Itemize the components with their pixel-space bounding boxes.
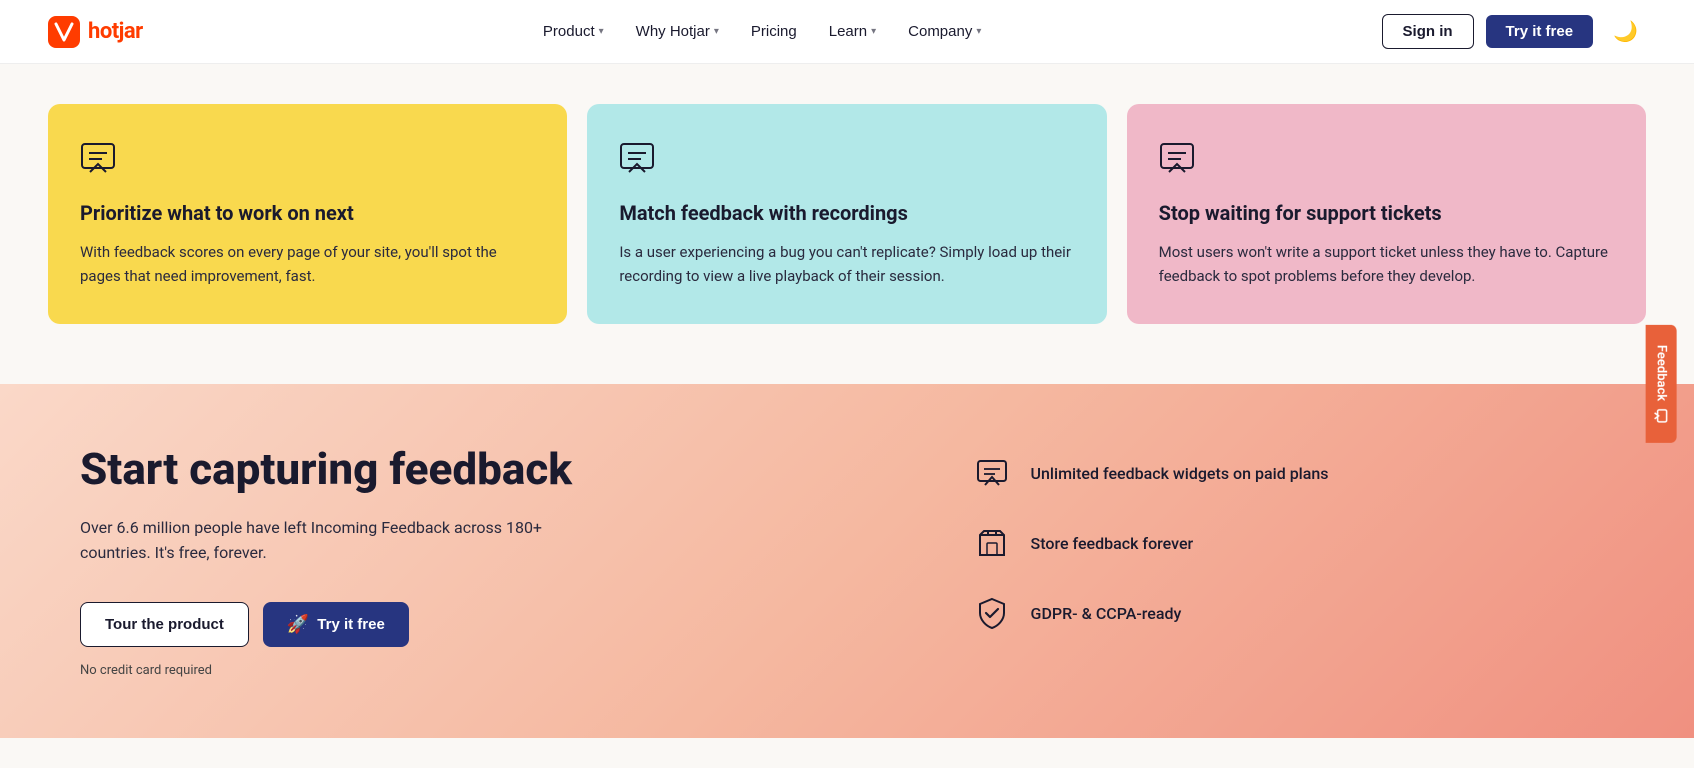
- chevron-down-icon: ▾: [871, 26, 876, 37]
- cta-left: Start capturing feedback Over 6.6 millio…: [80, 444, 891, 678]
- chevron-down-icon: ▾: [976, 26, 981, 37]
- nav-actions: Sign in Try it free 🌙: [1382, 14, 1646, 49]
- feature-item-1: Unlimited feedback widgets on paid plans: [971, 452, 1646, 494]
- nav-learn[interactable]: Learn ▾: [817, 15, 888, 48]
- no-credit-card-label: No credit card required: [80, 663, 891, 678]
- navbar: hotjar Product ▾ Why Hotjar ▾ Pricing Le…: [0, 0, 1694, 64]
- card-title-1: Prioritize what to work on next: [80, 200, 535, 226]
- chevron-down-icon: ▾: [599, 26, 604, 37]
- cta-subtitle: Over 6.6 million people have left Incomi…: [80, 515, 560, 566]
- widget-icon: [971, 452, 1013, 494]
- card-match-feedback: Match feedback with recordings Is a user…: [587, 104, 1106, 324]
- feature-list: Unlimited feedback widgets on paid plans…: [971, 452, 1646, 634]
- store-icon: [971, 522, 1013, 564]
- nav-why-hotjar[interactable]: Why Hotjar ▾: [624, 15, 731, 48]
- try-free-cta-button[interactable]: 🚀 Try it free: [263, 602, 409, 647]
- nav-pricing[interactable]: Pricing: [739, 15, 809, 48]
- card-prioritize: Prioritize what to work on next With fee…: [48, 104, 567, 324]
- card-body-3: Most users won't write a support ticket …: [1159, 240, 1614, 288]
- feedback-tab[interactable]: Feedback: [1645, 325, 1676, 443]
- cta-buttons: Tour the product 🚀 Try it free: [80, 602, 891, 647]
- cta-right: Unlimited feedback widgets on paid plans…: [971, 444, 1646, 634]
- nav-product[interactable]: Product ▾: [531, 15, 616, 48]
- feature-item-2: Store feedback forever: [971, 522, 1646, 564]
- feedback-icon-2: [619, 140, 659, 180]
- card-stop-waiting: Stop waiting for support tickets Most us…: [1127, 104, 1646, 324]
- feedback-icon-3: [1159, 140, 1199, 180]
- feature-label-3: GDPR- & CCPA-ready: [1031, 604, 1182, 623]
- logo-text: hotjar: [88, 19, 143, 44]
- try-it-free-button[interactable]: Try it free: [1486, 15, 1594, 48]
- cta-section: Start capturing feedback Over 6.6 millio…: [0, 384, 1694, 738]
- feedback-tab-label: Feedback: [1653, 345, 1668, 401]
- cards-section: Prioritize what to work on next With fee…: [0, 64, 1694, 384]
- cta-title: Start capturing feedback: [80, 444, 891, 495]
- nav-company[interactable]: Company ▾: [896, 15, 993, 48]
- feedback-icon: [80, 140, 120, 180]
- card-body-1: With feedback scores on every page of yo…: [80, 240, 535, 288]
- rocket-icon: 🚀: [287, 614, 309, 635]
- feedback-tab-wrapper: Feedback: [1645, 325, 1676, 443]
- logo[interactable]: hotjar: [48, 16, 143, 48]
- card-title-2: Match feedback with recordings: [619, 200, 1074, 226]
- moon-icon: 🌙: [1613, 21, 1638, 43]
- card-title-3: Stop waiting for support tickets: [1159, 200, 1614, 226]
- feature-label-2: Store feedback forever: [1031, 534, 1194, 553]
- dark-mode-button[interactable]: 🌙: [1605, 15, 1646, 48]
- feature-label-1: Unlimited feedback widgets on paid plans: [1031, 464, 1329, 483]
- feature-item-3: GDPR- & CCPA-ready: [971, 592, 1646, 634]
- feedback-small-icon: [1654, 409, 1668, 423]
- gdpr-icon: [971, 592, 1013, 634]
- nav-links: Product ▾ Why Hotjar ▾ Pricing Learn ▾ C…: [531, 15, 993, 48]
- tour-product-button[interactable]: Tour the product: [80, 602, 249, 647]
- chevron-down-icon: ▾: [714, 26, 719, 37]
- sign-in-button[interactable]: Sign in: [1382, 14, 1474, 49]
- card-body-2: Is a user experiencing a bug you can't r…: [619, 240, 1074, 288]
